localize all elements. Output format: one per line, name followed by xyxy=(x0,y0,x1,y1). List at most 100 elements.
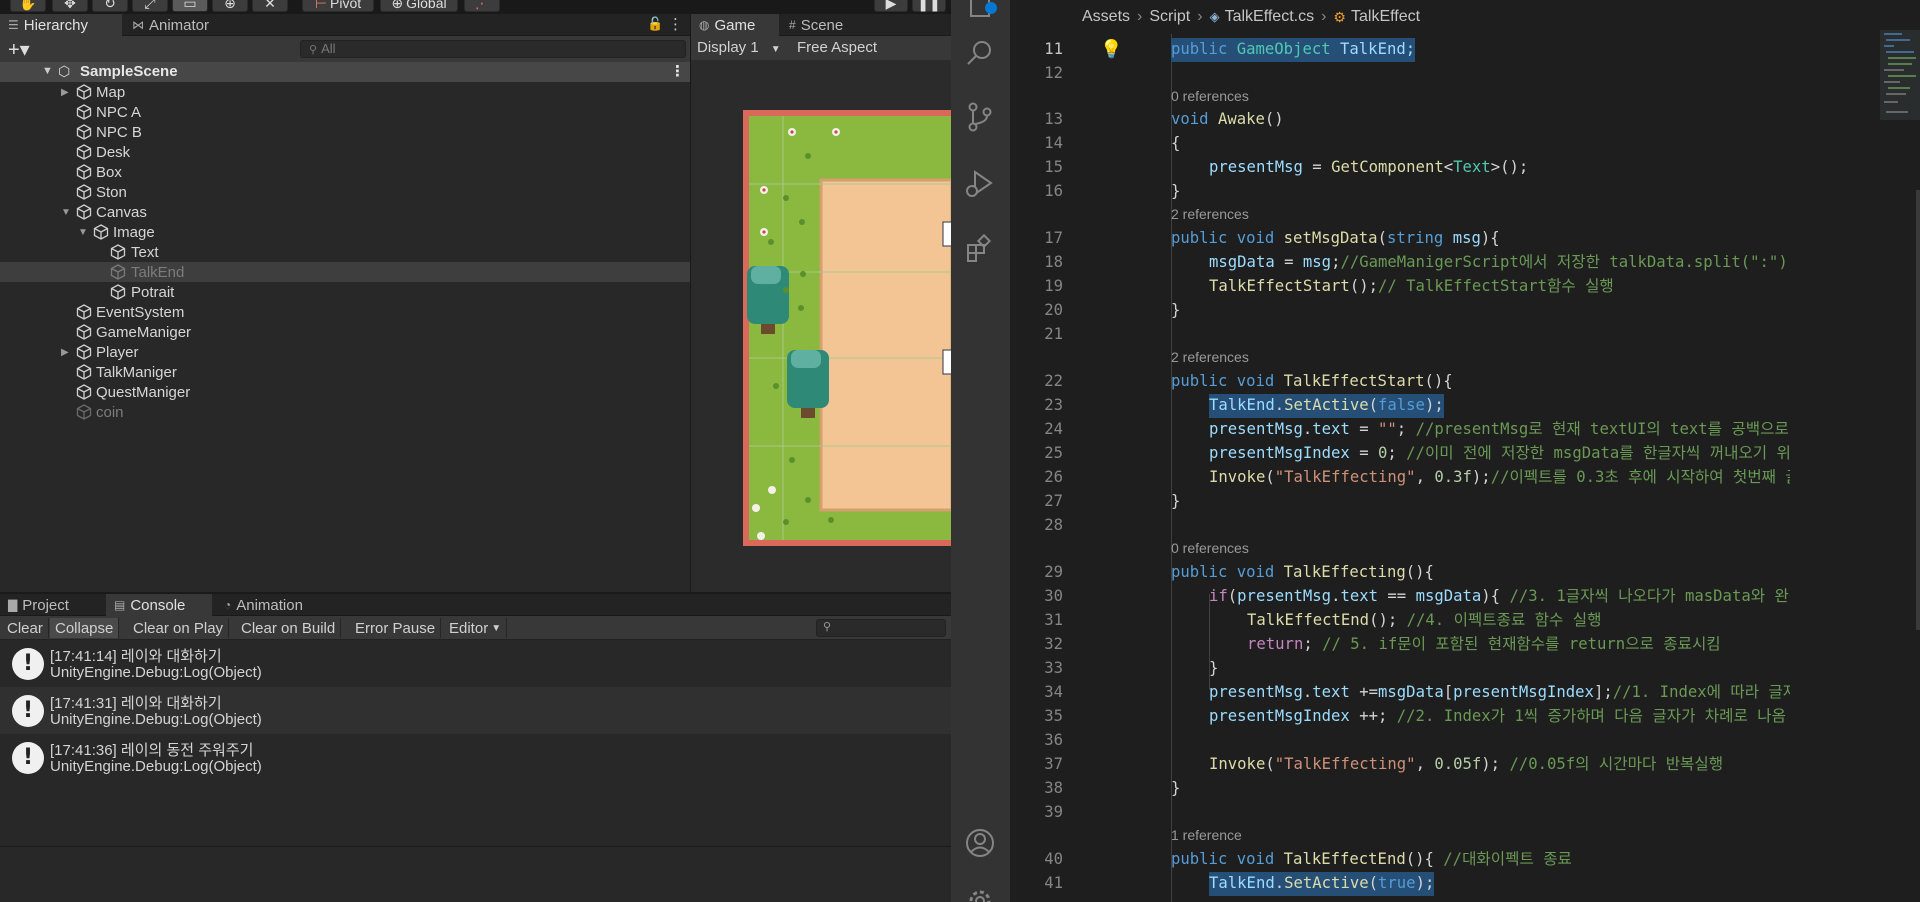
aspect-label: Free Aspect xyxy=(797,39,878,56)
move-tool-button[interactable]: ✥ xyxy=(52,0,88,12)
settings-gear-icon[interactable] xyxy=(963,884,997,902)
scene-row[interactable]: ▼ ⬡ SampleScene ⋮ xyxy=(0,62,690,82)
error-pause-button[interactable]: Error Pause xyxy=(350,618,442,638)
hier-item-label: EventSystem xyxy=(96,303,185,321)
console-divider[interactable] xyxy=(0,846,951,847)
line-number: 19 xyxy=(1044,277,1063,295)
code-line: 23 TalkEnd.SetActive(false); xyxy=(1010,394,1790,418)
play-button[interactable]: ▶ xyxy=(874,0,908,12)
hierarchy-search-input[interactable]: ⚲ All xyxy=(300,40,686,58)
collapse-arrow-icon[interactable]: ▼ xyxy=(61,207,71,218)
collapse-button[interactable]: Collapse xyxy=(50,618,120,638)
codelens-references[interactable]: 0 references xyxy=(1171,538,1249,558)
tab-scene[interactable]: # Scene xyxy=(781,14,871,36)
log-source: UnityEngine.Debug:Log(Object) xyxy=(50,711,262,728)
hier-item-player[interactable]: ▶ Player xyxy=(0,342,690,362)
display-select[interactable]: Display 1 ▼ xyxy=(697,39,781,56)
breadcrumb-assets[interactable]: Assets xyxy=(1082,8,1130,26)
token: ( xyxy=(1265,468,1275,486)
class-icon: ⚙ xyxy=(1333,8,1346,25)
search-icon[interactable] xyxy=(963,36,997,70)
hier-item-eventsystem[interactable]: EventSystem xyxy=(0,302,690,322)
global-button[interactable]: ⊕ Global xyxy=(380,0,458,12)
hier-item-label: Desk xyxy=(96,143,131,161)
hier-item-talkend[interactable]: TalkEnd xyxy=(0,262,690,282)
custom-tool-button[interactable]: ✕ xyxy=(252,0,288,12)
token: //대화이펙트 종료 xyxy=(1443,850,1572,868)
scene-expand-arrow-icon[interactable]: ▼ xyxy=(42,65,53,77)
hier-item-box[interactable]: Box xyxy=(0,162,690,182)
explorer-icon[interactable] xyxy=(963,0,997,22)
hand-tool-button[interactable]: ✋ xyxy=(10,0,46,12)
gameobject-icon xyxy=(76,184,92,200)
hier-item-ston[interactable]: Ston xyxy=(0,182,690,202)
hier-item-map[interactable]: ▶ Map xyxy=(0,82,690,102)
hier-item-talkmaniger[interactable]: TalkManiger xyxy=(0,362,690,382)
hier-item-coin[interactable]: coin xyxy=(0,402,690,422)
tab-animation[interactable]: ◔ Animation xyxy=(216,594,336,616)
breadcrumb-script[interactable]: Script xyxy=(1149,8,1190,26)
rect-tool-button[interactable]: ▭ xyxy=(172,0,208,12)
line-number: 41 xyxy=(1044,874,1063,892)
editor-select[interactable]: Editor ▼ xyxy=(444,618,508,638)
codelens-references[interactable]: 1 reference xyxy=(1171,825,1242,845)
pause-button[interactable]: ❚❚ xyxy=(912,0,946,12)
more-icon[interactable]: ⋮ xyxy=(668,15,683,33)
hier-item-text[interactable]: Text xyxy=(0,242,690,262)
hier-item-questmaniger[interactable]: QuestManiger xyxy=(0,382,690,402)
game-render-area[interactable] xyxy=(691,60,951,592)
log-entry[interactable]: ! [17:41:36] 레이의 동전 주워주기 UnityEngine.Deb… xyxy=(0,734,951,781)
aspect-select[interactable]: Free Aspect xyxy=(797,39,877,56)
extensions-icon[interactable] xyxy=(963,232,997,266)
transform-tool-button[interactable]: ⊕ xyxy=(212,0,248,12)
token: ){ xyxy=(1480,229,1500,247)
clear-on-play-button[interactable]: Clear on Play xyxy=(128,618,230,638)
tab-console[interactable]: ▤ Console xyxy=(106,594,212,616)
hier-item-canvas[interactable]: ▼ Canvas xyxy=(0,202,690,222)
tab-animator[interactable]: ⋈ Animator xyxy=(124,14,234,36)
expand-arrow-icon[interactable]: ▶ xyxy=(61,87,69,98)
console-search-input[interactable]: ⚲ xyxy=(816,619,946,637)
collapse-arrow-icon[interactable]: ▼ xyxy=(78,227,88,238)
console-toolbar: Clear Collapse Clear on Play Clear on Bu… xyxy=(0,616,951,640)
clear-on-build-button[interactable]: Clear on Build xyxy=(236,618,342,638)
lightbulb-icon[interactable]: 💡 xyxy=(1100,38,1122,62)
code-text: void Awake() xyxy=(1171,108,1284,132)
codelens-references[interactable]: 0 references xyxy=(1171,86,1249,106)
hier-item-potrait[interactable]: Potrait xyxy=(0,282,690,302)
pivot-button[interactable]: ⊢ Pivot xyxy=(302,0,374,12)
codelens-references[interactable]: 2 references xyxy=(1171,204,1249,224)
chevron-right-icon: › xyxy=(1197,8,1203,25)
account-icon[interactable] xyxy=(963,826,997,860)
tab-project[interactable]: ▇ Project xyxy=(0,594,106,616)
scene-more-icon[interactable]: ⋮ xyxy=(670,62,685,80)
source-control-icon[interactable] xyxy=(963,100,997,134)
code-editor[interactable]: 11 💡 public GameObject TalkEnd; 12 0 refer… xyxy=(1010,34,1790,902)
tab-game[interactable]: ◍ Game xyxy=(691,14,779,36)
hier-item-npc-b[interactable]: NPC B xyxy=(0,122,690,142)
clear-button[interactable]: Clear xyxy=(2,618,49,638)
codelens-references[interactable]: 2 references xyxy=(1171,347,1249,367)
minimap[interactable] xyxy=(1880,30,1920,902)
scale-tool-button[interactable]: ⤢ xyxy=(132,0,168,12)
tab-animation-label: Animation xyxy=(236,596,303,614)
log-entry[interactable]: ! [17:41:14] 레이와 대화하기 UnityEngine.Debug:… xyxy=(0,640,951,687)
gameobject-icon xyxy=(76,124,92,140)
display-label: Display 1 xyxy=(697,39,759,56)
token: presentMsgIndex xyxy=(1209,707,1350,725)
lock-icon[interactable]: 🔓 xyxy=(647,16,663,32)
hier-item-npc-a[interactable]: NPC A xyxy=(0,102,690,122)
tab-hierarchy[interactable]: ☰ Hierarchy xyxy=(0,14,122,36)
breadcrumb-class[interactable]: TalkEffect xyxy=(1351,8,1420,26)
rotate-tool-button[interactable]: ↻ xyxy=(92,0,128,12)
unity-toolbar: ✋ ✥ ↻ ⤢ ▭ ⊕ ✕ ⊢ Pivot ⊕ Global ⋰ ▶ ❚❚ xyxy=(0,0,951,14)
hier-item-image[interactable]: ▼ Image xyxy=(0,222,690,242)
log-entry[interactable]: ! [17:41:31] 레이와 대화하기 UnityEngine.Debug:… xyxy=(0,687,951,734)
breadcrumb-file[interactable]: TalkEffect.cs xyxy=(1225,8,1315,26)
add-icon[interactable]: +▾ xyxy=(8,37,30,62)
grid-snap-button[interactable]: ⋰ xyxy=(464,0,500,12)
expand-arrow-icon[interactable]: ▶ xyxy=(61,347,69,358)
hier-item-desk[interactable]: Desk xyxy=(0,142,690,162)
run-debug-icon[interactable] xyxy=(963,166,997,200)
hier-item-gamemaniger[interactable]: GameManiger xyxy=(0,322,690,342)
